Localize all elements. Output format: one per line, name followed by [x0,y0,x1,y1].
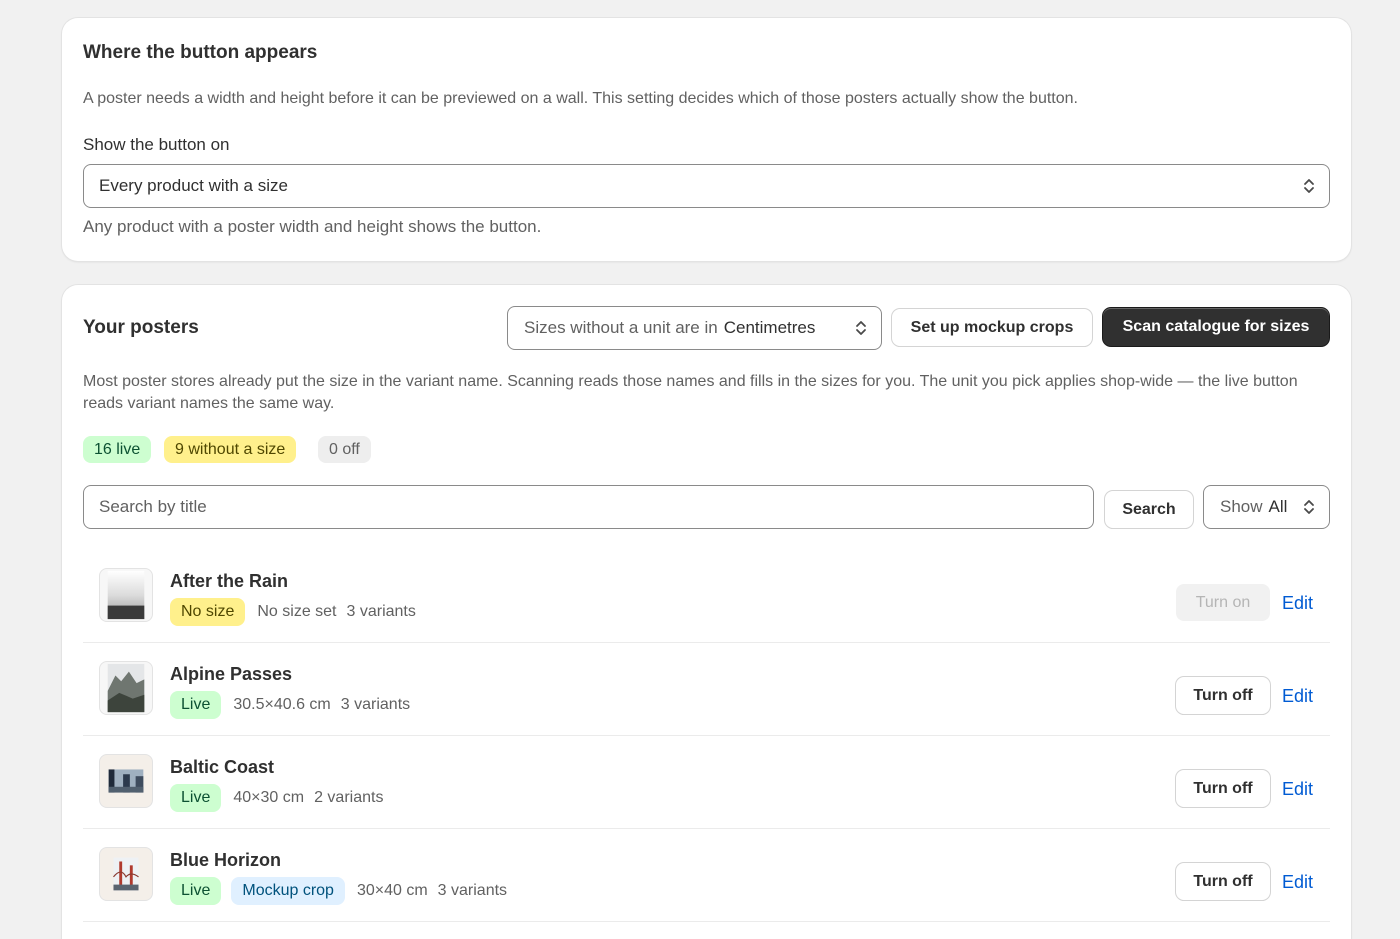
poster-row: Baltic Coast Live 40×30 cm 2 variants Tu… [83,736,1330,829]
poster-meta: Live Mockup crop 30×40 cm 3 variants [170,877,507,905]
placement-card: Where the button appears A poster needs … [62,18,1351,261]
show-filter-select[interactable]: Show All [1203,485,1330,529]
placement-help-text: Any product with a poster width and heig… [83,217,542,236]
edit-link[interactable]: Edit [1282,872,1313,893]
poster-size: 30.5×40.6 cm [233,696,331,713]
poster-variants: 3 variants [346,603,416,620]
turn-on-button[interactable]: Turn on [1176,584,1270,621]
show-button-on-value: Every product with a size [99,176,288,195]
setup-mockup-crops-button[interactable]: Set up mockup crops [892,309,1092,346]
select-chevron-icon [1304,500,1314,514]
poster-title: After the Rain [170,571,289,591]
turn-off-button[interactable]: Turn off [1176,863,1270,900]
unit-select[interactable]: Sizes without a unit are in Centimetres [507,306,882,350]
poster-row: Alpine Passes Live 30.5×40.6 cm 3 varian… [83,643,1330,736]
edit-link[interactable]: Edit [1282,779,1313,800]
status-badge: No size [170,598,246,626]
posters-title: Your posters [83,317,199,338]
show-filter-value: All [1268,497,1288,516]
poster-size: No size set [257,603,337,620]
placement-title: Where the button appears [83,42,318,63]
misty-landscape-image [107,570,145,620]
mountain-image [107,663,145,713]
poster-row: After the Rain No size No size set 3 var… [83,550,1330,643]
select-chevron-icon [856,321,866,335]
unit-select-prefix: Sizes without a unit are in [524,318,718,337]
poster-row: Blue Horizon Live Mockup crop 30×40 cm 3… [83,829,1330,922]
turn-off-button[interactable]: Turn off [1176,770,1270,807]
poster-thumbnail [99,847,153,901]
poster-meta: Live 30.5×40.6 cm 3 variants [170,691,410,719]
coast-image [108,769,144,793]
placement-description: A poster needs a width and height before… [83,90,1078,107]
bridge-image [113,857,139,891]
poster-variants: 3 variants [340,696,411,713]
poster-title: Blue Horizon [170,850,281,870]
status-badge: Live [170,691,222,719]
poster-thumbnail [99,754,153,808]
mockup-crop-badge: Mockup crop [231,877,345,905]
unit-select-value: Centimetres [723,318,816,337]
poster-variants: 3 variants [437,882,508,899]
poster-size: 30×40 cm [356,882,428,899]
no-size-count-badge: 9 without a size [164,436,297,463]
poster-title: Baltic Coast [170,757,275,777]
poster-title: Alpine Passes [170,664,293,684]
posters-card: Your posters Sizes without a unit are in… [62,285,1351,939]
scan-catalogue-button[interactable]: Scan catalogue for sizes [1103,308,1329,346]
posters-description: Most poster stores already put the size … [83,373,1298,412]
show-filter-prefix: Show [1220,497,1263,516]
edit-link[interactable]: Edit [1282,593,1313,614]
turn-off-button[interactable]: Turn off [1176,677,1270,714]
poster-thumbnail [99,568,153,622]
search-input[interactable] [83,485,1094,529]
select-chevron-icon [1304,179,1314,193]
status-badge: Live [170,877,222,905]
poster-size: 40×30 cm [233,789,305,806]
poster-variants: 2 variants [314,789,384,806]
off-count-badge: 0 off [318,436,371,463]
status-badge: Live [170,784,222,812]
show-button-on-label: Show the button on [83,135,230,154]
show-button-on-select[interactable]: Every product with a size [83,164,1330,208]
poster-meta: Live 40×30 cm 2 variants [170,784,383,812]
poster-meta: No size No size set 3 variants [170,598,416,626]
edit-link[interactable]: Edit [1282,686,1313,707]
poster-thumbnail [99,661,153,715]
live-count-badge: 16 live [83,436,152,463]
search-button[interactable]: Search [1105,491,1193,528]
